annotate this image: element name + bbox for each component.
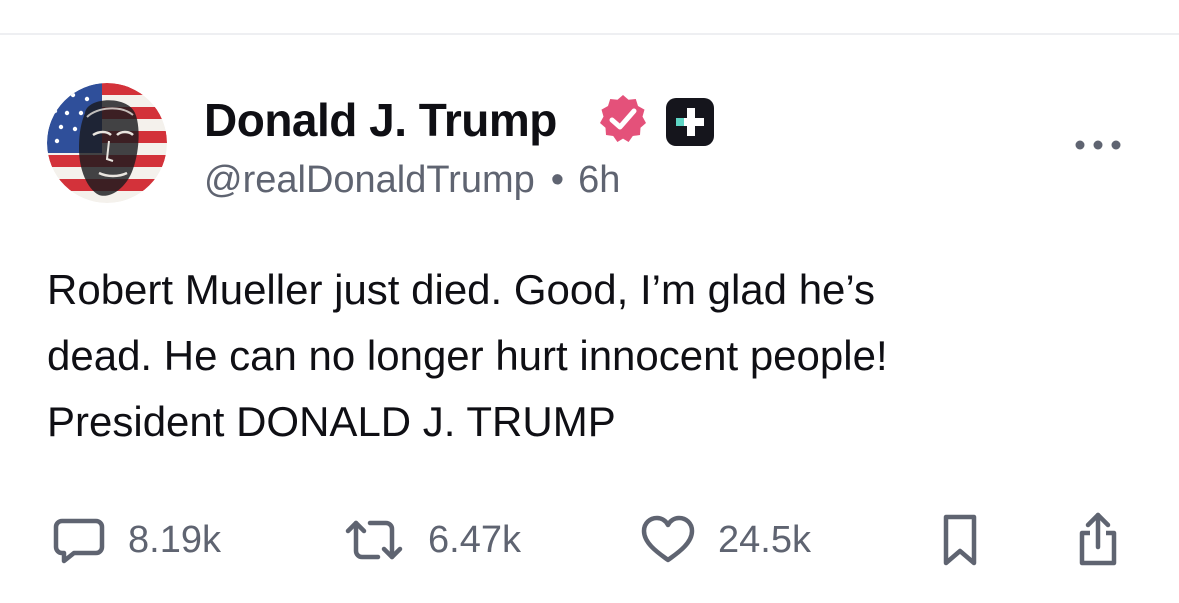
share-icon [1079,512,1117,566]
plus-badge-icon [666,98,714,146]
post-text: Robert Mueller just died. Good, I’m glad… [47,266,888,445]
action-bar: 8.19k 6.47k 24.5k [0,505,1179,575]
reply-count: 8.19k [128,519,221,561]
verified-badge-icon [600,95,646,142]
retruth-button[interactable]: 6.47k [342,505,521,575]
bookmark-icon [943,514,977,566]
retruth-count: 6.47k [428,519,521,561]
retruth-icon [345,520,403,560]
heart-icon [641,515,695,563]
more-options-icon[interactable] [1070,131,1126,159]
reply-button[interactable]: 8.19k [52,505,221,575]
like-button[interactable]: 24.5k [640,505,811,575]
post-card[interactable]: Donald J. Trump @realDonaldTrump • 6h Robe… [0,35,1179,603]
author-handle[interactable]: @realDonaldTrump [204,159,535,201]
author-handle-line: @realDonaldTrump • 6h [204,157,620,203]
share-button[interactable] [1074,505,1122,575]
author-display-name[interactable]: Donald J. Trump [204,93,557,147]
post-timestamp[interactable]: 6h [578,159,620,201]
avatar[interactable] [47,83,167,203]
bookmark-button[interactable] [940,505,980,575]
like-count: 24.5k [718,519,811,561]
meta-separator: • [550,159,565,201]
reply-icon [53,518,105,564]
avatar-image [47,83,167,203]
